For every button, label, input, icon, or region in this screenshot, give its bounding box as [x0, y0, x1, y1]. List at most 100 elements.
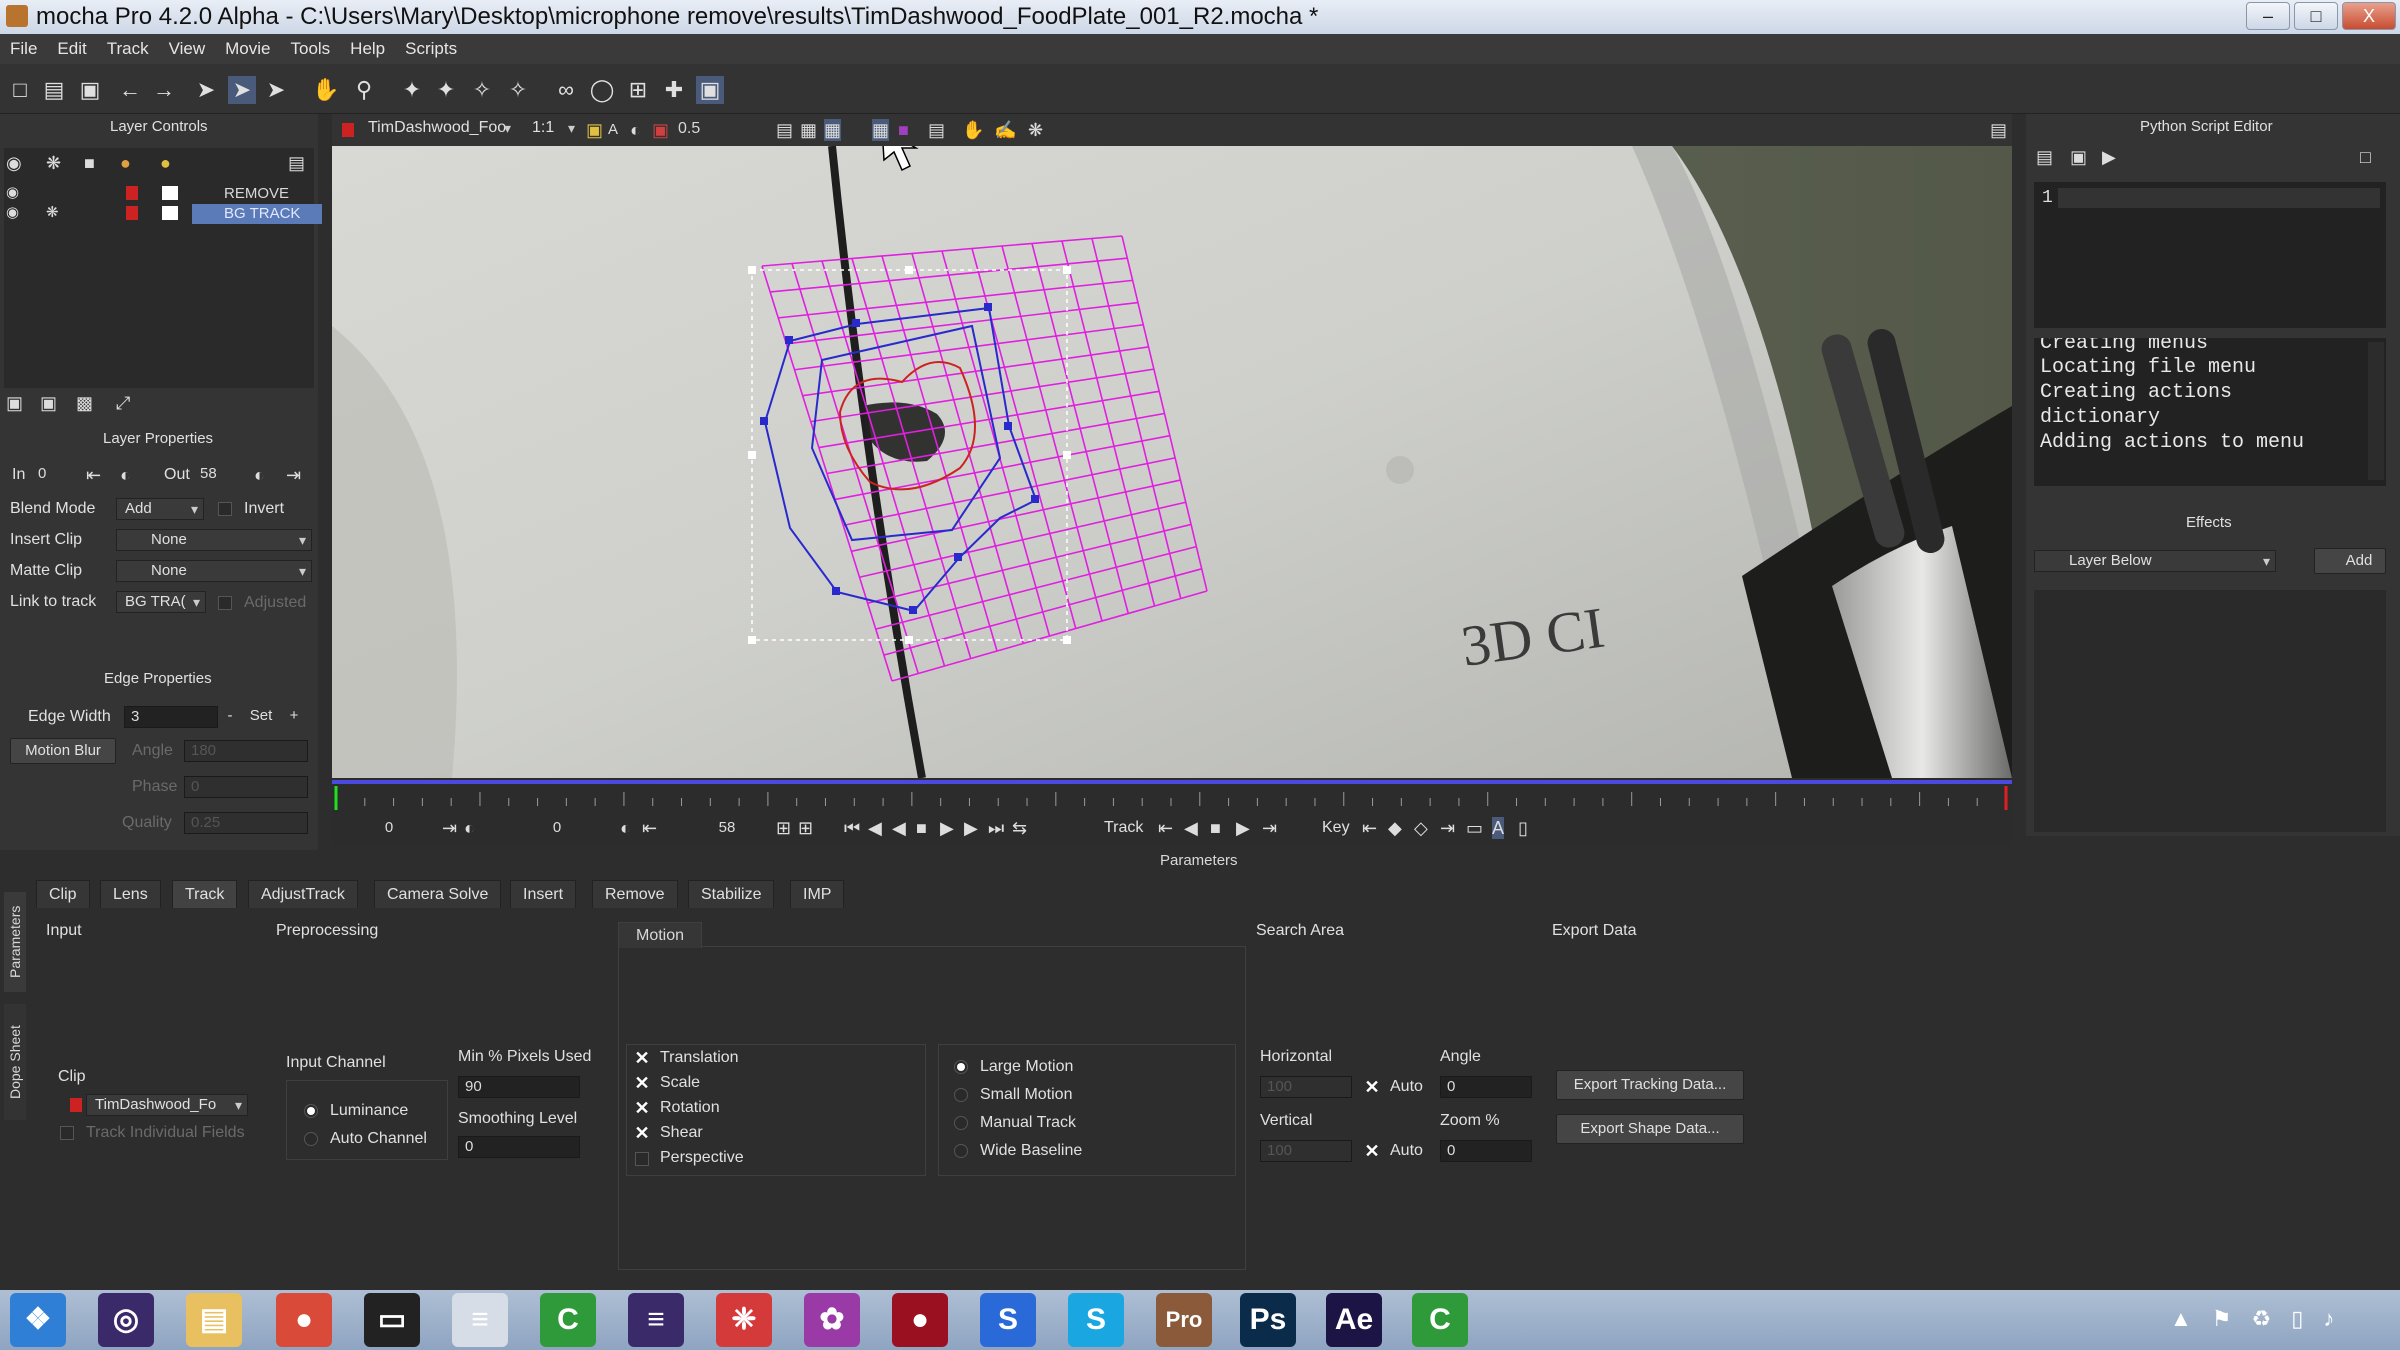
- layer-menu-icon[interactable]: ▤: [288, 152, 305, 174]
- layer-name[interactable]: REMOVE: [192, 184, 322, 204]
- edge-width-set-button[interactable]: Set: [242, 704, 280, 730]
- show-layers-icon[interactable]: ▤: [776, 119, 793, 141]
- notepad-taskbar-icon[interactable]: ≡: [452, 1293, 508, 1347]
- vertical-field[interactable]: 100: [1260, 1140, 1352, 1162]
- duplicate-layer-icon[interactable]: ▣: [40, 392, 57, 414]
- premiere-taskbar-icon[interactable]: ≡: [628, 1293, 684, 1347]
- horizontal-field[interactable]: 100: [1260, 1076, 1352, 1098]
- menu-scripts[interactable]: Scripts: [395, 34, 467, 64]
- tab-insert[interactable]: Insert: [510, 880, 577, 908]
- new-file-icon[interactable]: □: [6, 76, 34, 104]
- visibility-eye-icon[interactable]: ◉: [6, 152, 22, 174]
- translation-checkbox[interactable]: ✕: [634, 1049, 650, 1067]
- add-key-icon[interactable]: ◆: [1388, 817, 1402, 839]
- tab-lens[interactable]: Lens: [100, 880, 161, 908]
- timeline[interactable]: [332, 778, 2012, 814]
- tab-adjusttrack[interactable]: AdjustTrack: [248, 880, 358, 908]
- in-key-toggle-icon[interactable]: ◐: [464, 817, 475, 839]
- layer-row-remove[interactable]: ◉ REMOVE: [4, 184, 314, 204]
- menu-edit[interactable]: Edit: [47, 34, 96, 64]
- prev-key-icon[interactable]: ⇤: [1362, 817, 1377, 839]
- obs-taskbar-icon[interactable]: ●: [892, 1293, 948, 1347]
- track-step-back-icon[interactable]: ◀: [1184, 817, 1198, 839]
- autokey-icon[interactable]: A: [1492, 817, 1505, 839]
- start-frame-field[interactable]: 0: [334, 818, 438, 840]
- zoom-percent-field[interactable]: 0: [1440, 1140, 1532, 1162]
- viewer-menu-icon[interactable]: ▤: [1990, 119, 2007, 141]
- angle-field[interactable]: 180: [184, 740, 308, 762]
- out-key-toggle-icon[interactable]: ◐: [620, 817, 631, 839]
- shear-checkbox[interactable]: ✕: [634, 1124, 650, 1142]
- min-pixels-field[interactable]: 90: [458, 1076, 580, 1098]
- alpha-channel-icon[interactable]: A: [608, 119, 618, 141]
- show-grid-icon[interactable]: ▦: [824, 119, 842, 141]
- out-key-icon[interactable]: ◐: [254, 464, 265, 486]
- set-in-icon[interactable]: ⇤: [86, 464, 101, 486]
- camtasia-2-taskbar-icon[interactable]: C: [1412, 1293, 1468, 1347]
- link-to-track-select[interactable]: BG TRA(: [116, 591, 206, 613]
- after-effects-taskbar-icon[interactable]: Ae: [1326, 1293, 1382, 1347]
- scale-checkbox[interactable]: ✕: [634, 1074, 650, 1092]
- large-motion-radio[interactable]: [954, 1060, 968, 1074]
- menu-tools[interactable]: Tools: [280, 34, 340, 64]
- camtasia-taskbar-icon[interactable]: C: [540, 1293, 596, 1347]
- layer-row-bg-track[interactable]: ◉ ❋ BG TRACK: [4, 202, 322, 224]
- bezier-icon[interactable]: ✧: [468, 76, 496, 104]
- edge-width-field[interactable]: 3: [124, 706, 218, 728]
- edge-width-plus-button[interactable]: +: [284, 704, 304, 730]
- zoom-range-icon[interactable]: ⊞: [798, 817, 813, 839]
- tab-remove[interactable]: Remove: [592, 880, 678, 908]
- in-field[interactable]: 0: [32, 464, 80, 486]
- console-scrollbar[interactable]: [2368, 342, 2384, 480]
- input-clip-select[interactable]: TimDashwood_Fo: [86, 1094, 248, 1116]
- set-in-point-icon[interactable]: ⇥: [442, 817, 457, 839]
- stop-icon[interactable]: ■: [916, 817, 927, 839]
- opacity-value[interactable]: 0.5: [678, 120, 700, 138]
- clip-viewer[interactable]: 3D CI: [332, 146, 2012, 778]
- app-viewer-taskbar-icon[interactable]: ◎: [98, 1293, 154, 1347]
- run-script-icon[interactable]: ▶: [2102, 146, 2116, 168]
- open-script-icon[interactable]: ▤: [2036, 146, 2053, 168]
- script-editor[interactable]: 1: [2034, 182, 2386, 328]
- open-folder-icon[interactable]: ▤: [40, 76, 68, 104]
- hand-icon[interactable]: ✋: [962, 119, 984, 141]
- side-tab-dope-sheet[interactable]: Dope Sheet: [4, 1004, 26, 1120]
- layer-cog-icon[interactable]: ❋: [46, 202, 59, 224]
- undo-arrow-icon[interactable]: ←: [116, 76, 144, 104]
- side-tab-parameters[interactable]: Parameters: [4, 892, 26, 992]
- tray-expand-icon[interactable]: ▲: [2170, 1306, 2212, 1331]
- matte-clip-select[interactable]: None: [116, 560, 312, 582]
- minimize-button[interactable]: –: [2246, 2, 2290, 30]
- lasso-icon[interactable]: ◯: [588, 76, 616, 104]
- step-forward-icon[interactable]: ▶: [964, 817, 978, 839]
- small-motion-radio[interactable]: [954, 1088, 968, 1102]
- loop-icon[interactable]: ⇆: [1012, 817, 1027, 839]
- step-back-icon[interactable]: ◀: [868, 817, 882, 839]
- tab-imp[interactable]: IMP: [790, 880, 845, 908]
- search-angle-field[interactable]: 0: [1440, 1076, 1532, 1098]
- vertical-auto-checkbox[interactable]: ✕: [1364, 1142, 1380, 1160]
- save-icon[interactable]: ▣: [76, 76, 104, 104]
- surface-icon[interactable]: ▣: [696, 76, 724, 104]
- start-taskbar-icon[interactable]: ❖: [10, 1293, 66, 1347]
- viewer-zoom-select[interactable]: 1:1: [524, 118, 580, 140]
- fit-range-icon[interactable]: ⊞: [776, 817, 791, 839]
- network-icon[interactable]: ♻: [2252, 1306, 2292, 1331]
- luminance-radio[interactable]: [304, 1104, 318, 1118]
- end-frame-field[interactable]: 58: [666, 818, 782, 840]
- link-icon[interactable]: ∞: [552, 76, 580, 104]
- expand-icon[interactable]: ⤢: [116, 392, 130, 414]
- set-out-point-icon[interactable]: ⇤: [642, 817, 657, 839]
- rotation-checkbox[interactable]: ✕: [634, 1099, 650, 1117]
- blend-mode-select[interactable]: Add: [116, 498, 204, 520]
- volume-icon[interactable]: ♪: [2323, 1306, 2354, 1331]
- invert-checkbox[interactable]: [218, 502, 232, 516]
- xspline-add-icon[interactable]: ✦: [432, 76, 460, 104]
- export-shape-data-button[interactable]: Export Shape Data...: [1556, 1114, 1744, 1144]
- power-icon[interactable]: ▯: [2291, 1306, 2323, 1331]
- clear-script-icon[interactable]: □: [2360, 146, 2371, 168]
- motion-blur-button[interactable]: Motion Blur: [10, 738, 116, 764]
- select-pointer-icon[interactable]: ➤: [192, 76, 220, 104]
- tab-camera-solve[interactable]: Camera Solve: [374, 880, 502, 908]
- export-tracking-data-button[interactable]: Export Tracking Data...: [1556, 1070, 1744, 1100]
